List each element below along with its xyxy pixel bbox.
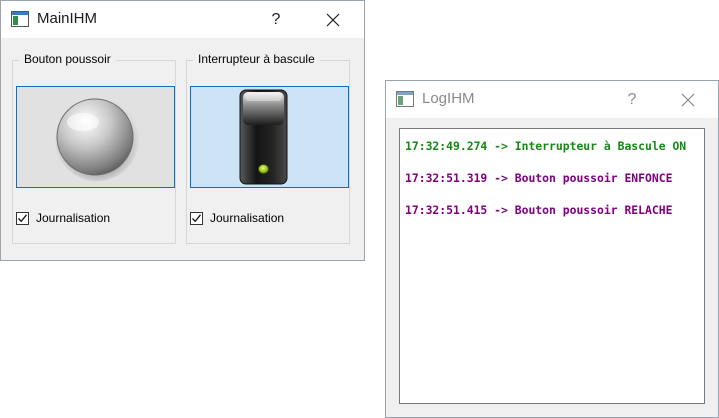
- main-window: MainIHM ? Bouton poussoir Journalisation…: [0, 0, 365, 261]
- push-logging-checkbox-row[interactable]: Journalisation: [16, 211, 110, 225]
- main-window-title: MainIHM: [37, 10, 98, 27]
- close-icon: [681, 93, 695, 107]
- toggle-switch-button[interactable]: [190, 86, 349, 188]
- log-text-area[interactable]: 17:32:49.274 -> Interrupteur à Bascule O…: [399, 128, 705, 404]
- toggle-switch-icon: [239, 89, 288, 185]
- main-close-button[interactable]: [313, 4, 353, 36]
- push-logging-label: Journalisation: [36, 211, 111, 225]
- push-button-group: Bouton poussoir Journalisation: [12, 52, 176, 244]
- push-button-group-title: Bouton poussoir: [19, 52, 116, 66]
- toggle-logging-checkbox-row[interactable]: Journalisation: [190, 211, 284, 225]
- log-close-button[interactable]: [668, 84, 708, 116]
- log-entry: 17:32:49.274 -> Interrupteur à Bascule O…: [405, 139, 687, 153]
- toggle-logging-label: Journalisation: [210, 211, 285, 225]
- window-icon: [396, 91, 414, 107]
- push-button[interactable]: [16, 86, 175, 188]
- main-titlebar[interactable]: MainIHM ?: [1, 1, 364, 38]
- main-help-button[interactable]: ?: [256, 4, 296, 36]
- toggle-switch-group-title: Interrupteur à bascule: [193, 52, 320, 66]
- close-icon: [326, 13, 340, 27]
- log-entry: 17:32:51.415 -> Bouton poussoir RELACHE: [405, 203, 673, 217]
- log-entry: 17:32:51.319 -> Bouton poussoir ENFONCE: [405, 171, 673, 185]
- checkmark-icon: [18, 213, 28, 222]
- log-window-title: LogIHM: [422, 90, 475, 107]
- push-button-knob-icon: [55, 97, 139, 181]
- push-logging-checkbox[interactable]: [16, 211, 29, 225]
- log-titlebar[interactable]: LogIHM ?: [386, 81, 718, 118]
- window-icon: [11, 11, 29, 27]
- log-help-button[interactable]: ?: [612, 84, 652, 116]
- toggle-logging-checkbox[interactable]: [190, 211, 203, 225]
- checkmark-icon: [192, 213, 202, 222]
- toggle-switch-group: Interrupteur à bascule Journalisation: [186, 52, 350, 244]
- log-window: LogIHM ? 17:32:49.274 -> Interrupteur à …: [385, 80, 719, 418]
